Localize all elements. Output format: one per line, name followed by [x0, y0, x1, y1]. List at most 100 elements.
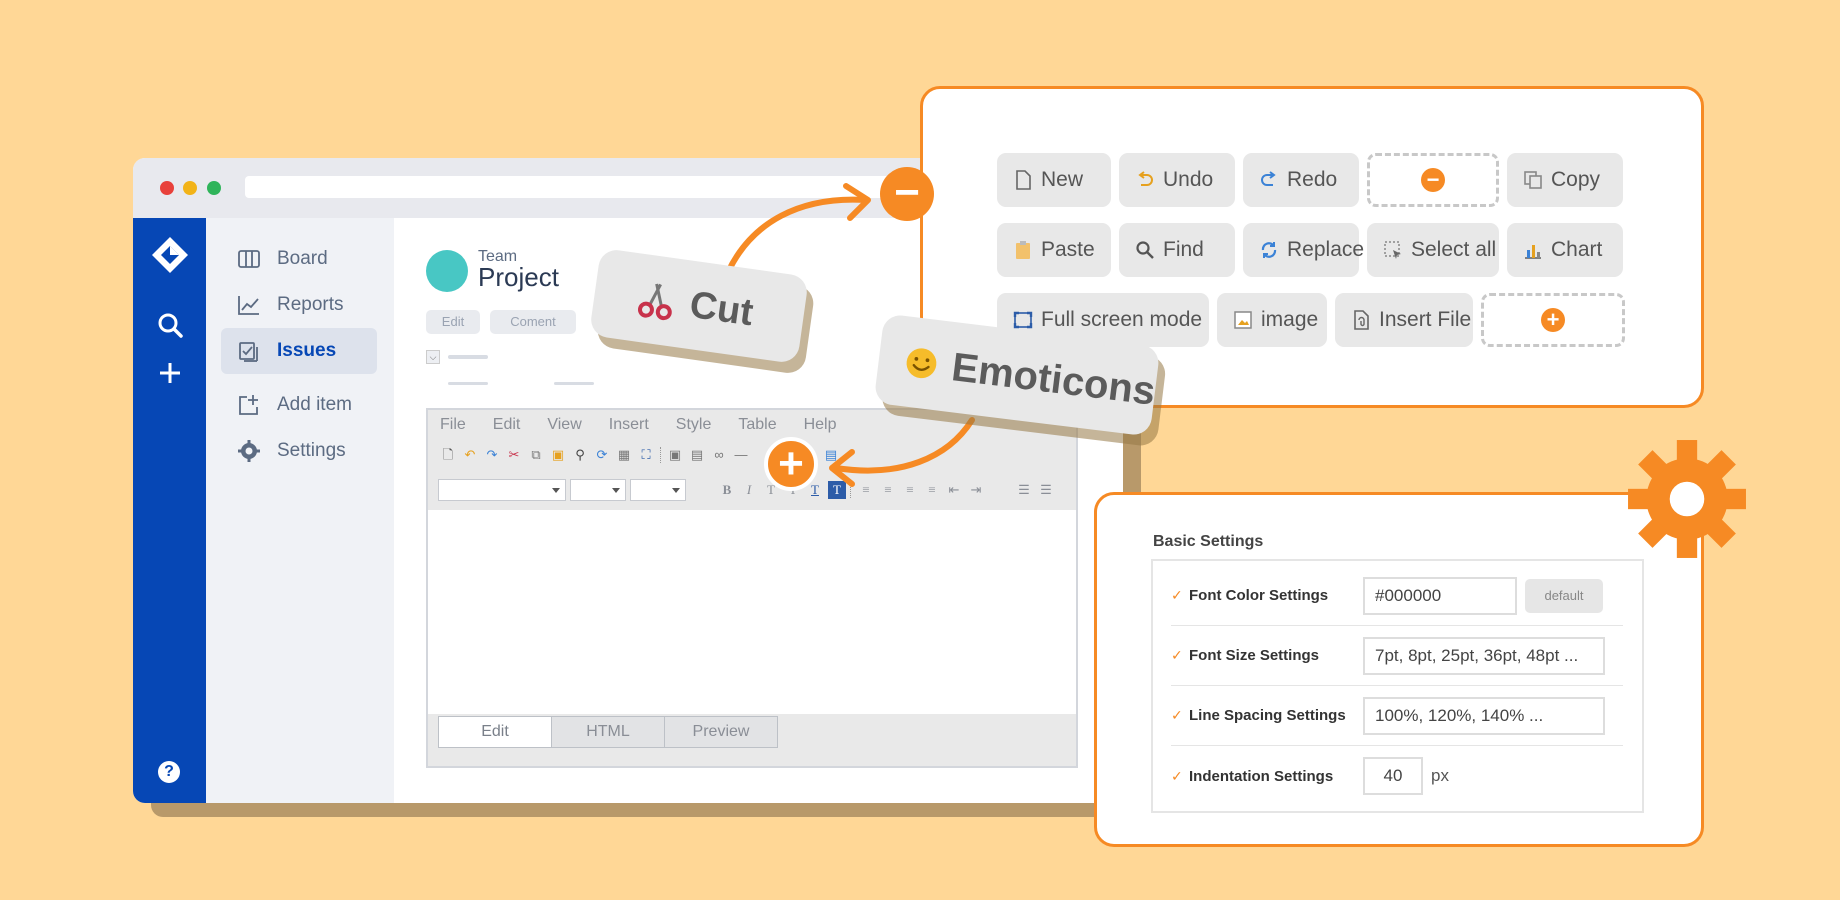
menu-view[interactable]: View: [547, 416, 581, 434]
placeholder-line: [448, 355, 488, 359]
unit-label: px: [1431, 766, 1449, 785]
button-label: Select all: [1411, 238, 1497, 261]
add-slot[interactable]: +: [1481, 293, 1625, 347]
sidebar-item-issues[interactable]: Issues: [221, 328, 377, 374]
font-size-input[interactable]: 7pt, 8pt, 25pt, 36pt, 48pt ...: [1363, 636, 1605, 675]
cut-icon[interactable]: ✂: [506, 447, 522, 463]
insert-file-button[interactable]: Insert File: [1335, 293, 1473, 347]
chart-button[interactable]: Chart: [1507, 223, 1623, 277]
button-label: Undo: [1163, 168, 1214, 191]
redo-button[interactable]: Redo: [1243, 153, 1359, 207]
menu-edit[interactable]: Edit: [493, 416, 521, 434]
italic-icon[interactable]: I: [740, 481, 758, 499]
replace-icon[interactable]: ⟳: [594, 447, 610, 463]
menu-insert[interactable]: Insert: [609, 416, 649, 434]
redo-icon: [1261, 171, 1276, 186]
line-height-select[interactable]: [630, 479, 686, 501]
font-family-select[interactable]: [438, 479, 566, 501]
tab-edit[interactable]: Edit: [438, 716, 552, 748]
edit-button[interactable]: Edit: [426, 310, 480, 334]
copy-icon[interactable]: ⧉: [528, 447, 544, 463]
select-all-icon: [1384, 241, 1401, 259]
close-window-icon[interactable]: [160, 181, 174, 195]
font-size-select[interactable]: [570, 479, 626, 501]
settings-icon: [238, 440, 260, 462]
search-icon[interactable]: [155, 310, 185, 340]
app-rail: ?: [133, 218, 206, 803]
new-button[interactable]: New: [997, 153, 1111, 207]
align-right-icon[interactable]: ≡: [901, 481, 919, 499]
font-color-input[interactable]: #000000: [1363, 576, 1517, 615]
menu-help[interactable]: Help: [804, 416, 837, 434]
placeholder-line: [554, 382, 594, 385]
tab-preview[interactable]: Preview: [664, 716, 778, 748]
sidebar-item-settings[interactable]: Settings: [221, 428, 377, 474]
outdent-icon[interactable]: ⇤: [945, 481, 963, 499]
copy-button[interactable]: Copy: [1507, 153, 1623, 207]
tab-html[interactable]: HTML: [551, 716, 665, 748]
replace-button[interactable]: Replace: [1243, 223, 1364, 277]
button-label: Copy: [1551, 168, 1601, 191]
fullscreen-icon[interactable]: ⛶: [638, 447, 654, 463]
redo-icon[interactable]: ↷: [484, 447, 500, 463]
button-label: New: [1041, 168, 1084, 191]
find-icon: [1136, 241, 1154, 259]
paste-icon[interactable]: ▣: [550, 447, 566, 463]
find-icon[interactable]: ⚲: [572, 447, 588, 463]
align-center-icon[interactable]: ≡: [879, 481, 897, 499]
maximize-window-icon[interactable]: [207, 181, 221, 195]
undo-icon[interactable]: ↶: [462, 447, 478, 463]
replace-icon: [1261, 242, 1277, 258]
menu-style[interactable]: Style: [676, 416, 712, 434]
button-label: Find: [1163, 238, 1204, 261]
minimize-window-icon[interactable]: [183, 181, 197, 195]
button-label: Full screen mode: [1041, 308, 1203, 331]
menu-file[interactable]: File: [440, 416, 466, 434]
menu-table[interactable]: Table: [738, 416, 776, 434]
button-label: Chart: [1551, 238, 1603, 261]
indentation-input[interactable]: 40: [1363, 757, 1423, 795]
sidebar-item-add-item[interactable]: Add item: [221, 382, 377, 428]
sidebar-item-reports[interactable]: Reports: [221, 282, 377, 328]
issues-icon: [239, 342, 258, 362]
smiley-icon: [906, 348, 937, 379]
align-justify-icon[interactable]: ≡: [923, 481, 941, 499]
numbered-list-icon[interactable]: ☰: [1015, 481, 1033, 499]
image-icon: [1234, 311, 1252, 329]
sidebar-item-label: Board: [277, 248, 328, 269]
link-icon[interactable]: ∞: [711, 447, 727, 463]
chart-icon[interactable]: ▤: [823, 447, 839, 463]
indent-icon[interactable]: ⇥: [967, 481, 985, 499]
sidebar-item-board[interactable]: Board: [221, 236, 377, 282]
line-spacing-input[interactable]: 100%, 120%, 140% ...: [1363, 696, 1605, 735]
undo-button[interactable]: Undo: [1119, 153, 1235, 207]
image-button[interactable]: image: [1217, 293, 1327, 347]
select-all-button[interactable]: Select all: [1367, 223, 1499, 277]
editor-text-area[interactable]: [428, 510, 1076, 714]
background-color-icon[interactable]: T: [828, 481, 846, 499]
help-icon[interactable]: ?: [158, 761, 180, 783]
select-all-icon[interactable]: ▦: [616, 447, 632, 463]
create-plus-icon[interactable]: [155, 358, 185, 388]
toolbar-divider: [660, 447, 661, 463]
add-plus-icon[interactable]: +: [764, 437, 818, 491]
chevron-down-icon[interactable]: ⌵: [426, 350, 440, 364]
horizontal-rule-icon[interactable]: —: [733, 447, 749, 463]
setting-label: Indentation Settings: [1189, 767, 1334, 785]
bulleted-list-icon[interactable]: ☰: [1037, 481, 1055, 499]
bold-icon[interactable]: B: [718, 481, 736, 499]
indentation-row: ✓ Indentation Settings 40 px: [1171, 746, 1623, 806]
new-file-icon[interactable]: 🗋: [440, 447, 456, 463]
paste-button[interactable]: Paste: [997, 223, 1111, 277]
remove-minus-icon[interactable]: −: [880, 167, 934, 221]
setting-label: Line Spacing Settings: [1189, 707, 1346, 724]
comment-button[interactable]: Coment: [490, 310, 576, 334]
find-button[interactable]: Find: [1119, 223, 1235, 277]
remove-slot[interactable]: −: [1367, 153, 1499, 207]
default-button[interactable]: default: [1525, 578, 1603, 613]
align-left-icon[interactable]: ≡: [857, 481, 875, 499]
image-icon[interactable]: ▣: [667, 447, 683, 463]
plus-circle-icon: +: [1541, 308, 1565, 332]
app-logo-icon[interactable]: [151, 236, 189, 274]
insert-file-icon[interactable]: ▤: [689, 447, 705, 463]
